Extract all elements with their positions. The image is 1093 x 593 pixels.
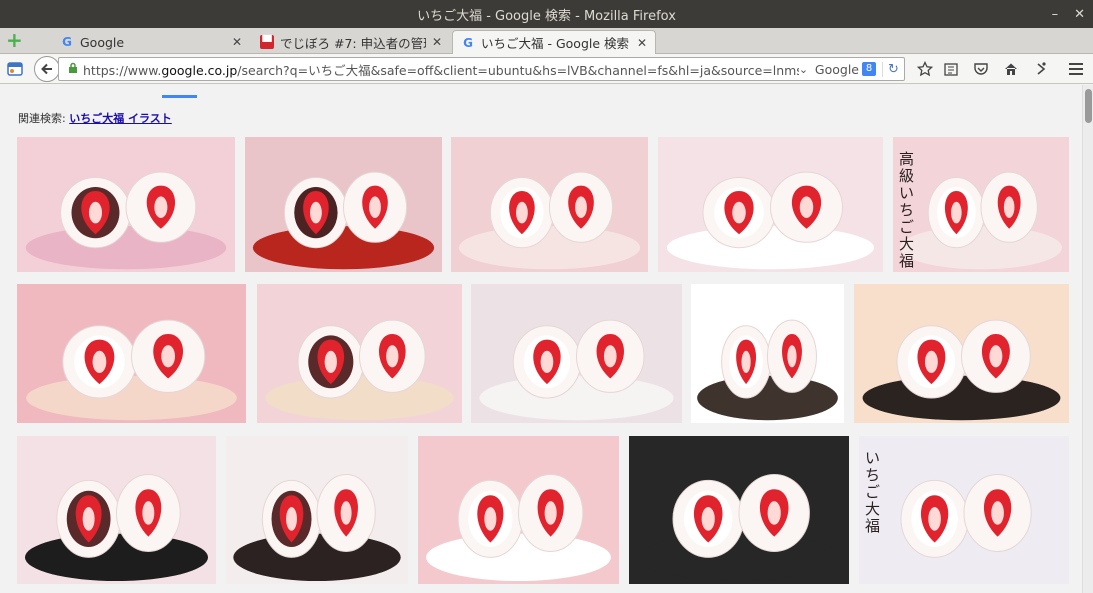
image-result-thumbnail[interactable] bbox=[854, 284, 1069, 423]
search-engine-label: Google bbox=[814, 61, 859, 77]
daifuku-photo bbox=[667, 171, 874, 270]
daifuku-photo bbox=[24, 473, 209, 582]
lock-icon bbox=[63, 62, 83, 77]
image-result-thumbnail[interactable] bbox=[451, 137, 648, 272]
reading-list-icon[interactable] bbox=[941, 59, 961, 79]
image-result-thumbnail[interactable] bbox=[17, 436, 216, 584]
tab-google[interactable]: G Google ✕ bbox=[52, 30, 250, 54]
daifuku-photo bbox=[862, 319, 1061, 421]
window-titlebar: いちご大福 - Google 検索 - Mozilla Firefox – ✕ bbox=[0, 0, 1093, 28]
daifuku-photo bbox=[265, 319, 454, 421]
daifuku-photo bbox=[252, 171, 435, 270]
close-tab-icon[interactable]: ✕ bbox=[432, 35, 442, 49]
window-title: いちご大福 - Google 検索 - Mozilla Firefox bbox=[417, 8, 676, 24]
tab-label: でじぼろ #7: 申込者の管理 -... bbox=[280, 35, 426, 51]
google-favicon-icon: G bbox=[463, 35, 473, 50]
image-result-thumbnail[interactable] bbox=[629, 436, 849, 584]
close-icon[interactable]: ✕ bbox=[1074, 7, 1085, 22]
url-dropdown-icon[interactable]: ⌄ bbox=[799, 63, 811, 76]
tab-strip: + G Google ✕ ▀ でじぼろ #7: 申込者の管理 -... ✕ G … bbox=[0, 28, 1093, 54]
pocket-icon[interactable] bbox=[971, 59, 991, 79]
daifuku-photo bbox=[867, 473, 1061, 582]
daifuku-photo bbox=[697, 319, 838, 421]
sidebar-icon[interactable] bbox=[5, 59, 25, 79]
new-tab-plus-icon[interactable]: + bbox=[6, 30, 24, 50]
daifuku-photo bbox=[900, 171, 1062, 270]
home-icon[interactable] bbox=[1001, 59, 1021, 79]
daifuku-photo bbox=[426, 473, 611, 582]
related-search-link[interactable]: いちご大福 イラスト bbox=[69, 112, 172, 125]
image-result-thumbnail[interactable]: いちご大福 bbox=[859, 436, 1069, 584]
url-bar[interactable]: https://www.google.co.jp/search?q=いちご大福&… bbox=[58, 57, 905, 81]
image-caption-text: いちご大福 bbox=[865, 449, 881, 535]
related-search: 関連検索: いちご大福 イラスト bbox=[18, 110, 172, 126]
daifuku-photo bbox=[637, 473, 841, 582]
related-search-prefix: 関連検索: bbox=[18, 112, 70, 125]
image-result-thumbnail[interactable] bbox=[245, 137, 442, 272]
reload-icon[interactable]: ↻ bbox=[882, 61, 904, 77]
back-button[interactable] bbox=[34, 56, 60, 82]
tab-label: Google bbox=[80, 34, 125, 50]
url-domain: google.co.jp bbox=[161, 62, 238, 78]
tab-degiboro[interactable]: ▀ でじぼろ #7: 申込者の管理 -... ✕ bbox=[252, 30, 450, 54]
url-text[interactable]: https://www.google.co.jp/search?q=いちご大福&… bbox=[83, 60, 799, 79]
image-caption-text: 高級 いちご大福 bbox=[899, 150, 915, 270]
navigation-toolbar: https://www.google.co.jp/search?q=いちご大福&… bbox=[0, 54, 1093, 84]
google-engine-icon: 8 bbox=[862, 62, 876, 76]
scrollbar-thumb[interactable] bbox=[1085, 89, 1092, 123]
daifuku-photo bbox=[458, 171, 641, 270]
extension-icon[interactable] bbox=[1031, 59, 1051, 79]
images-tab-indicator bbox=[162, 95, 197, 98]
search-results-area: 関連検索: いちご大福 イラスト 高級 いちご大福いちご大福 bbox=[0, 85, 1082, 593]
image-result-thumbnail[interactable] bbox=[226, 436, 408, 584]
menu-hamburger-icon[interactable] bbox=[1066, 59, 1086, 79]
close-tab-icon[interactable]: ✕ bbox=[232, 35, 242, 49]
tab-ichigo-daifuku[interactable]: G いちご大福 - Google 検索 ✕ bbox=[452, 30, 656, 54]
bookmark-star-icon[interactable] bbox=[915, 59, 935, 79]
daifuku-photo bbox=[479, 319, 674, 421]
back-arrow-icon bbox=[41, 63, 52, 75]
image-result-thumbnail[interactable]: 高級 いちご大福 bbox=[893, 137, 1069, 272]
daifuku-photo bbox=[25, 171, 227, 270]
image-result-thumbnail[interactable] bbox=[17, 284, 246, 423]
tab-label: いちご大福 - Google 検索 bbox=[481, 36, 630, 51]
site-favicon-icon: ▀ bbox=[260, 35, 274, 49]
minimize-icon[interactable]: – bbox=[1052, 7, 1059, 22]
daifuku-photo bbox=[233, 473, 401, 582]
search-engine-selector[interactable]: Google 8 bbox=[815, 62, 876, 77]
image-result-thumbnail[interactable] bbox=[471, 284, 682, 423]
image-result-thumbnail[interactable] bbox=[418, 436, 619, 584]
google-favicon-icon: G bbox=[62, 35, 72, 49]
image-result-thumbnail[interactable] bbox=[17, 137, 235, 272]
image-result-thumbnail[interactable] bbox=[257, 284, 462, 423]
image-result-thumbnail[interactable] bbox=[691, 284, 844, 423]
daifuku-photo bbox=[26, 319, 237, 421]
scrollbar[interactable] bbox=[1082, 85, 1093, 593]
image-result-thumbnail[interactable] bbox=[658, 137, 883, 272]
close-tab-icon[interactable]: ✕ bbox=[637, 36, 647, 50]
